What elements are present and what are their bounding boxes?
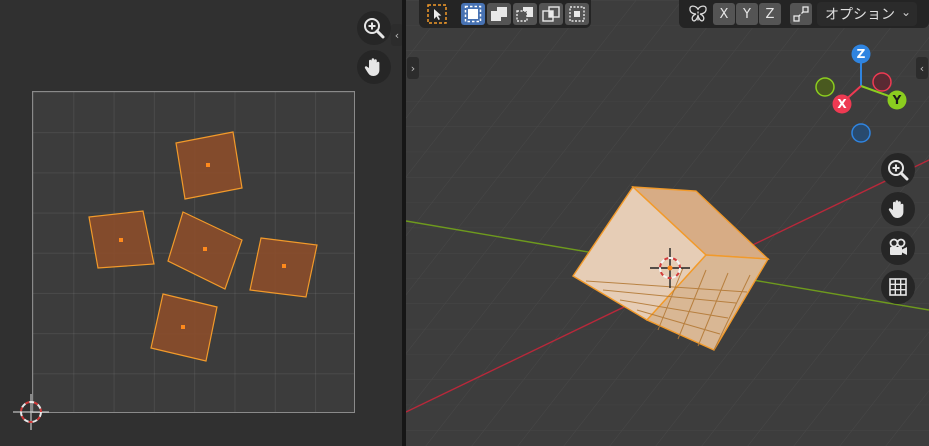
uv-island-center: [206, 163, 210, 167]
gizmo-z-label: Z: [857, 47, 866, 61]
viewport-scene[interactable]: Z X Y: [406, 0, 929, 446]
snap-icon: [793, 6, 809, 22]
zoom-icon: [888, 160, 909, 181]
pan-hand-icon: [888, 200, 904, 218]
mirror-axis-x[interactable]: X: [713, 3, 735, 25]
zoom-icon: [364, 18, 385, 39]
select-box-icon: [427, 4, 447, 24]
select-box-tool[interactable]: [425, 3, 449, 25]
camera-icon: [889, 238, 907, 255]
uv-island-center: [203, 247, 207, 251]
grid-icon: [889, 278, 907, 296]
chevron-left-icon: ‹: [919, 61, 925, 75]
viewport-pan-button[interactable]: [881, 192, 915, 226]
select-subtract-icon: [516, 7, 533, 22]
mirror-toggle[interactable]: [685, 3, 711, 25]
select-new-icon: [464, 5, 482, 23]
uv-zoom-button[interactable]: [357, 11, 391, 45]
uv-editor[interactable]: ‹: [0, 0, 402, 446]
gizmo-y-label: Y: [892, 93, 902, 107]
sidebar-expand[interactable]: ‹: [916, 57, 928, 79]
uv-sidebar-collapse[interactable]: ‹: [391, 24, 402, 46]
select-intersect-icon: [542, 6, 560, 22]
chevron-right-icon: ›: [410, 61, 416, 75]
select-invert-icon: [569, 6, 585, 22]
gizmo-x-label: X: [837, 97, 847, 111]
mirror-axis-z[interactable]: Z: [759, 3, 781, 25]
uv-island-center: [181, 325, 185, 329]
uv-island-center: [282, 264, 286, 268]
snap-toggle[interactable]: [790, 3, 812, 25]
toolbar-expand[interactable]: ›: [407, 57, 419, 79]
options-dropdown[interactable]: オプション ⌄: [817, 2, 917, 26]
chevron-down-icon: ⌄: [900, 5, 911, 19]
perspective-toggle-button[interactable]: [881, 270, 915, 304]
camera-view-button[interactable]: [881, 231, 915, 265]
viewport-zoom-button[interactable]: [881, 153, 915, 187]
mirror-axis-y[interactable]: Y: [736, 3, 758, 25]
pan-hand-icon: [364, 58, 380, 76]
butterfly-icon: [689, 5, 707, 22]
select-toolbar: [419, 0, 591, 28]
3d-viewport[interactable]: Z X Y X Y Z オプション ⌄ › ‹: [406, 0, 929, 446]
select-mode-new[interactable]: [461, 3, 485, 25]
select-mode-subtract[interactable]: [513, 3, 537, 25]
gizmo-neg-y: [815, 77, 835, 97]
options-label: オプション: [825, 7, 895, 23]
gizmo-neg-x: [872, 72, 892, 92]
uv-island-center: [119, 238, 123, 242]
select-extend-icon: [491, 7, 507, 21]
uv-pan-button[interactable]: [357, 50, 391, 84]
select-mode-invert[interactable]: [565, 3, 589, 25]
chevron-left-icon: ‹: [394, 28, 400, 42]
select-mode-extend[interactable]: [487, 3, 511, 25]
uv-islands[interactable]: [0, 0, 402, 446]
uv-2d-cursor: [13, 394, 49, 430]
gizmo-neg-z: [851, 123, 871, 143]
select-mode-intersect[interactable]: [539, 3, 563, 25]
